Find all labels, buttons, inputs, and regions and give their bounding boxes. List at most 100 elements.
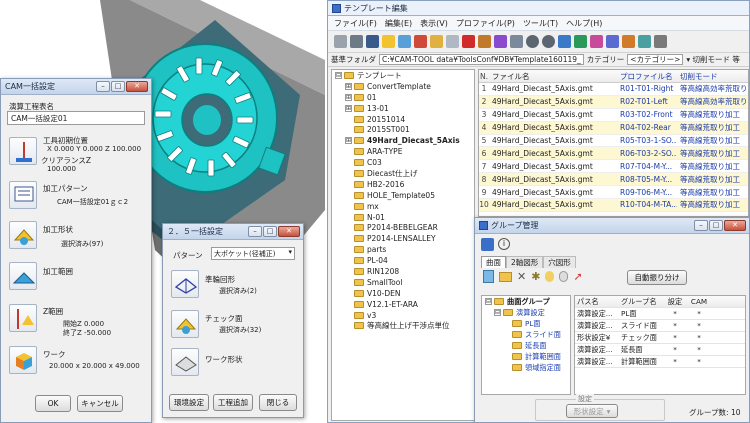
tree-node[interactable]: PL-04 — [332, 255, 474, 266]
minimize-button[interactable]: – — [694, 220, 708, 231]
tree-node[interactable]: ⊞ 49Hard_Diecast_5Axis — [332, 135, 474, 146]
work-button[interactable] — [9, 346, 37, 374]
five-dialog-titlebar[interactable]: ２．５一括設定 – □ ✕ — [163, 224, 303, 240]
tree-node[interactable]: 等高線仕上げ干渉点単位 — [332, 320, 474, 331]
cutting-mode-label[interactable]: ▾ 切削モード 等 — [686, 54, 740, 65]
tree-node[interactable]: HOLE_Template05 — [332, 190, 474, 201]
table-row[interactable]: 4 49Hard_Diecast_5Axis.gmt R04-T02-Rear 等高線… — [479, 121, 748, 135]
z-range-button[interactable] — [9, 304, 37, 332]
range-button[interactable] — [9, 262, 37, 290]
menu-help[interactable]: ヘルプ(H) — [566, 18, 602, 29]
shape-setting-button[interactable]: 形状設定 ▾ — [566, 404, 618, 418]
menu-file[interactable]: ファイル(F) — [334, 18, 377, 29]
group-titlebar[interactable]: グループ管理 – □ ✕ — [475, 218, 749, 234]
group-tree-node[interactable]: PL面 — [482, 318, 570, 329]
tree-node[interactable]: ⊞ 01 — [332, 92, 474, 103]
col-header-mode[interactable]: 切削モード — [677, 71, 747, 82]
paste-icon[interactable] — [430, 35, 443, 48]
tree-node[interactable]: SmallTool — [332, 277, 474, 288]
expand-icon[interactable]: ⊞ — [345, 104, 352, 112]
merge-icon[interactable] — [494, 35, 507, 48]
col-header-profile[interactable]: プロファイル名 — [617, 71, 677, 82]
table-row[interactable]: 6 49Hard_Diecast_5Axis.gmt R06-T03-2-SO...… — [479, 147, 748, 161]
menu-tools[interactable]: ツール(T) — [523, 18, 558, 29]
table-row[interactable]: 9 49Hard_Diecast_5Axis.gmt R09-T06-M-Y... 等… — [479, 186, 748, 200]
tab-hole-shape[interactable]: 穴図形 — [543, 256, 576, 268]
group-icon[interactable] — [481, 238, 494, 251]
group-table[interactable]: パス名 グループ名 設定 CAM 演算設定... PL面 * * 演算設定... スライド… — [574, 295, 746, 395]
minimize-button[interactable]: – — [248, 226, 262, 237]
delete-icon[interactable] — [462, 35, 475, 48]
col-header-cam[interactable]: CAM — [687, 297, 711, 306]
table-row[interactable]: 2 49Hard_Diecast_5Axis.gmt R02-T01-Left 等高線… — [479, 95, 748, 109]
filter-icon[interactable] — [622, 35, 635, 48]
copy-icon[interactable] — [398, 35, 411, 48]
col-header-path[interactable]: パス名 — [575, 297, 619, 307]
shape-button[interactable] — [9, 221, 37, 249]
col-header-number[interactable]: N. — [479, 72, 489, 81]
tab-surface[interactable]: 曲面 — [481, 256, 506, 268]
group-table-row[interactable]: 演算設定... 計算範囲面 * * — [575, 356, 745, 368]
info-icon[interactable]: i — [498, 238, 510, 250]
group-table-row[interactable]: 演算設定... PL面 * * — [575, 308, 745, 320]
new-folder-icon[interactable] — [499, 271, 512, 282]
tree-node[interactable]: 2015ST001 — [332, 124, 474, 135]
tree-node[interactable]: V10-DEN — [332, 288, 474, 299]
auto-assign-button[interactable]: 自動振り分け — [627, 270, 687, 285]
col-header-group[interactable]: グループ名 — [619, 297, 663, 307]
close-button[interactable]: ✕ — [126, 81, 148, 92]
group-tree-node[interactable]: スライド面 — [482, 329, 570, 340]
cancel-button[interactable]: キャンセル — [77, 395, 123, 412]
star-icon[interactable]: ✱ — [531, 271, 540, 282]
group-table-row[interactable]: 形状設定¥ チェック面 * * — [575, 332, 745, 344]
new-file-icon[interactable] — [483, 270, 494, 283]
cam-dialog-titlebar[interactable]: CAM一括設定 – □ ✕ — [1, 79, 151, 95]
expand-icon[interactable]: ⊞ — [345, 137, 352, 145]
pointer-icon[interactable]: ➚ — [573, 271, 582, 282]
pattern-select[interactable]: 大ポケット(径補正) ▾ — [211, 247, 295, 260]
collapse-icon[interactable]: ⊟ — [485, 298, 492, 305]
expand-icon[interactable]: ⊞ — [345, 82, 352, 90]
maximize-button[interactable]: □ — [263, 226, 277, 237]
pattern-button[interactable] — [9, 181, 37, 209]
group-tree[interactable]: ⊟ 曲面グループ ⊟ 演算設定 PL面 スライド面 延長面 計算範囲面 領域指定面 — [481, 295, 571, 395]
col-header-file[interactable]: ファイル名 — [489, 71, 617, 82]
table-row[interactable]: 3 49Hard_Diecast_5Axis.gmt R03-T02-Front 等高… — [479, 109, 748, 122]
quasi-contour-button[interactable] — [171, 270, 199, 298]
tree-node[interactable]: v3 — [332, 310, 474, 321]
maximize-button[interactable]: □ — [111, 81, 125, 92]
table-row[interactable]: 10 49Hard_Diecast_5Axis.gmt R10-T04-M-TA..… — [479, 199, 748, 212]
table-row[interactable]: 5 49Hard_Diecast_5Axis.gmt R05-T03-1-SO...… — [479, 135, 748, 148]
tree-node[interactable]: RIN1208 — [332, 266, 474, 277]
table-row[interactable]: 7 49Hard_Diecast_5Axis.gmt R07-T04-M-Y... 等… — [479, 160, 748, 174]
expand-icon[interactable]: ⊞ — [345, 93, 352, 101]
save-icon[interactable] — [366, 35, 379, 48]
category-select[interactable]: <カテゴリー> — [627, 54, 684, 65]
tree-node[interactable]: parts — [332, 244, 474, 255]
group-tree-node[interactable]: 延長面 — [482, 340, 570, 351]
stack-icon[interactable] — [350, 35, 363, 48]
bulb-off-icon[interactable] — [559, 271, 569, 282]
maximize-button[interactable]: □ — [709, 220, 723, 231]
menu-edit[interactable]: 編集(E) — [385, 18, 412, 29]
chart-icon[interactable] — [574, 35, 587, 48]
delete-x-icon[interactable]: ✕ — [517, 271, 526, 282]
open-icon[interactable] — [334, 35, 347, 48]
work-shape-button[interactable] — [171, 348, 199, 376]
tree-node[interactable]: Diecast仕上げ — [332, 168, 474, 179]
tab-2axis-shape[interactable]: 2軸図形 — [506, 256, 544, 268]
group-table-row[interactable]: 演算設定... スライド面 * * — [575, 320, 745, 332]
add-process-button[interactable]: 工程追加 — [213, 394, 253, 411]
bulb-icon[interactable] — [545, 271, 555, 282]
arrow-up-icon[interactable] — [526, 35, 539, 48]
col-header-setting[interactable]: 設定 — [663, 297, 687, 307]
template-tree[interactable]: ⊟ テンプレート ⊞ ConvertTemplate ⊞ 01 ⊞ 13-01 20151014… — [331, 69, 475, 421]
table-row[interactable]: 8 49Hard_Diecast_5Axis.gmt R08-T05-M-Y... 等… — [479, 173, 748, 187]
tree-node[interactable]: ⊞ ConvertTemplate — [332, 81, 474, 92]
clipboard-icon[interactable] — [446, 35, 459, 48]
base-folder-input[interactable]: C:¥CAM-TOOL data¥ToolsConf¥DB¥Template16… — [379, 54, 584, 65]
tree-node[interactable]: ARA-TYPE — [332, 146, 474, 157]
group-tree-node[interactable]: ⊟ 曲面グループ — [482, 296, 570, 307]
process-name-input[interactable]: CAM一括設定01 — [7, 111, 145, 125]
tree-node[interactable]: N-01 — [332, 212, 474, 223]
